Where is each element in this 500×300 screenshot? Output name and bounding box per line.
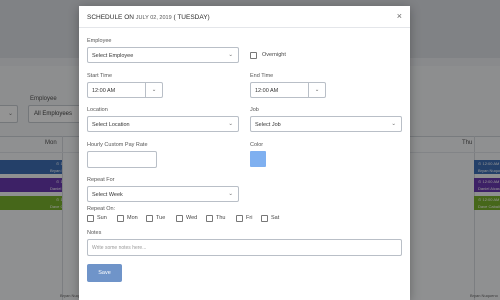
pay-rate-input[interactable] xyxy=(87,151,157,168)
job-select-value: Select Job xyxy=(255,122,281,128)
repeat-day-checkbox-wed[interactable] xyxy=(176,215,183,222)
modal-header: SCHEDULE ON JULY 02, 2019 ( TUESDAY) × xyxy=(79,6,410,28)
repeat-day-checkbox-sat[interactable] xyxy=(261,215,268,222)
modal-title: SCHEDULE ON JULY 02, 2019 ( TUESDAY) xyxy=(87,14,210,21)
notes-label: Notes xyxy=(87,230,102,236)
color-label: Color xyxy=(250,142,264,148)
modal-title-day: ( TUESDAY) xyxy=(171,14,210,21)
repeat-day-label-wed: Wed xyxy=(186,215,198,221)
start-time-input[interactable]: 12:00 AM ⌄ xyxy=(87,82,163,98)
close-icon[interactable]: × xyxy=(397,12,402,21)
employee-label: Employee xyxy=(87,38,112,44)
repeat-day-checkbox-mon[interactable] xyxy=(117,215,124,222)
overnight-checkbox[interactable] xyxy=(250,52,257,59)
end-time-label: End Time xyxy=(250,73,274,79)
repeat-on-label: Repeat On: xyxy=(87,206,116,212)
chevron-down-icon: ⌄ xyxy=(228,52,233,58)
chevron-down-icon: ⌄ xyxy=(228,191,233,197)
repeat-day-label-mon: Mon xyxy=(127,215,138,221)
repeat-day-checkbox-fri[interactable] xyxy=(236,215,243,222)
repeat-for-label: Repeat For xyxy=(87,177,115,183)
location-select[interactable]: Select Location ⌄ xyxy=(87,116,239,132)
location-label: Location xyxy=(87,107,108,113)
repeat-day-checkbox-sun[interactable] xyxy=(87,215,94,222)
pay-rate-label: Hourly Custom Pay Rate xyxy=(87,142,148,148)
overnight-label: Overnight xyxy=(262,52,286,58)
chevron-down-icon: ⌄ xyxy=(391,121,396,127)
repeat-for-select[interactable]: Select Week ⌄ xyxy=(87,186,239,202)
job-select[interactable]: Select Job ⌄ xyxy=(250,116,402,132)
repeat-day-checkbox-tue[interactable] xyxy=(146,215,153,222)
modal-title-date: JULY 02, 2019 xyxy=(135,15,172,21)
schedule-modal: SCHEDULE ON JULY 02, 2019 ( TUESDAY) × E… xyxy=(79,6,410,300)
repeat-day-label-fri: Fri xyxy=(246,215,253,221)
repeat-day-checkbox-thu[interactable] xyxy=(206,215,213,222)
notes-textarea[interactable]: Write some notes here... xyxy=(87,239,402,256)
end-time-value: 12:00 AM xyxy=(255,88,279,94)
job-label: Job xyxy=(250,107,259,113)
start-time-label: Start Time xyxy=(87,73,113,79)
color-swatch[interactable] xyxy=(250,151,266,167)
modal-title-prefix: SCHEDULE ON xyxy=(87,14,136,21)
repeat-for-select-value: Select Week xyxy=(92,192,123,198)
end-time-input[interactable]: 12:00 AM ⌄ xyxy=(250,82,326,98)
repeat-day-label-thu: Thu xyxy=(216,215,226,221)
save-button[interactable]: Save xyxy=(87,264,122,282)
location-select-value: Select Location xyxy=(92,122,130,128)
repeat-day-label-sat: Sat xyxy=(271,215,280,221)
repeat-day-label-tue: Tue xyxy=(156,215,166,221)
chevron-down-icon[interactable]: ⌄ xyxy=(308,83,325,97)
employee-select[interactable]: Select Employee ⌄ xyxy=(87,47,239,63)
employee-select-value: Select Employee xyxy=(92,53,134,59)
chevron-down-icon[interactable]: ⌄ xyxy=(145,83,162,97)
repeat-day-label-sun: Sun xyxy=(97,215,107,221)
start-time-value: 12:00 AM xyxy=(92,88,116,94)
chevron-down-icon: ⌄ xyxy=(228,121,233,127)
